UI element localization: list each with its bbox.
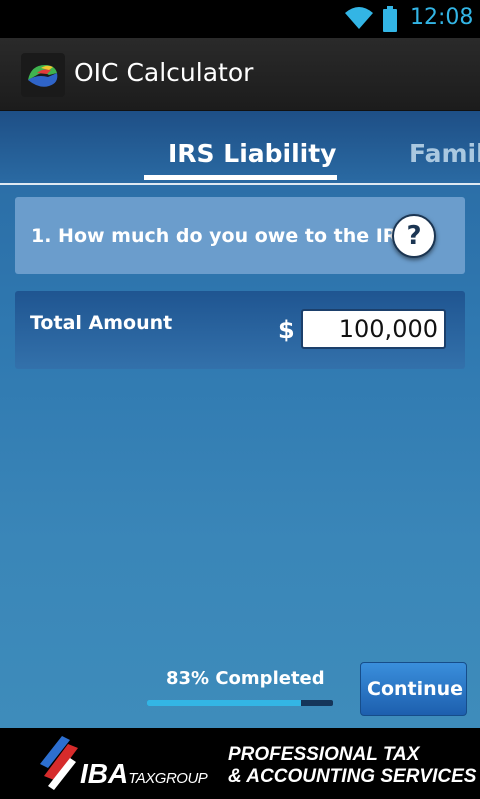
active-tab-indicator	[144, 175, 337, 180]
tab-irs-liability[interactable]: IRS Liability	[168, 139, 336, 168]
total-amount-input[interactable]	[301, 309, 446, 349]
status-time: 12:08	[410, 5, 474, 30]
app-title: OIC Calculator	[74, 58, 254, 87]
main-content: IRS Liability Family 1. How much do you …	[0, 111, 480, 728]
wifi-icon	[343, 5, 375, 35]
slogan-line-1: PROFESSIONAL TAX	[228, 744, 420, 765]
tab-strip: IRS Liability Family	[0, 111, 480, 185]
footer-slogan: PROFESSIONAL TAX & ACCOUNTING SERVICES	[228, 744, 476, 788]
progress-bar-fill	[147, 700, 302, 706]
help-icon[interactable]: ?	[392, 214, 436, 258]
continue-button[interactable]: Continue	[360, 662, 467, 716]
iba-logo-icon	[38, 736, 82, 796]
currency-symbol: $	[278, 316, 295, 344]
footer-banner: IBATAXGROUP PROFESSIONAL TAX & ACCOUNTIN…	[0, 728, 480, 799]
progress-bar	[147, 700, 333, 706]
tab-family[interactable]: Family	[409, 139, 480, 168]
total-amount-label: Total Amount	[30, 312, 173, 334]
progress-label: 83% Completed	[166, 668, 325, 689]
battery-icon	[382, 6, 398, 36]
app-logo-icon[interactable]	[21, 53, 65, 97]
question-card: 1. How much do you owe to the IRS? ?	[15, 197, 465, 274]
action-bar: OIC Calculator	[0, 38, 480, 111]
status-bar: 12:08	[0, 0, 480, 38]
slogan-line-2: & ACCOUNTING SERVICES	[228, 766, 477, 787]
footer-logo: IBATAXGROUP	[80, 758, 208, 789]
question-text: 1. How much do you owe to the IRS?	[31, 225, 423, 247]
amount-card: Total Amount $	[15, 291, 465, 369]
